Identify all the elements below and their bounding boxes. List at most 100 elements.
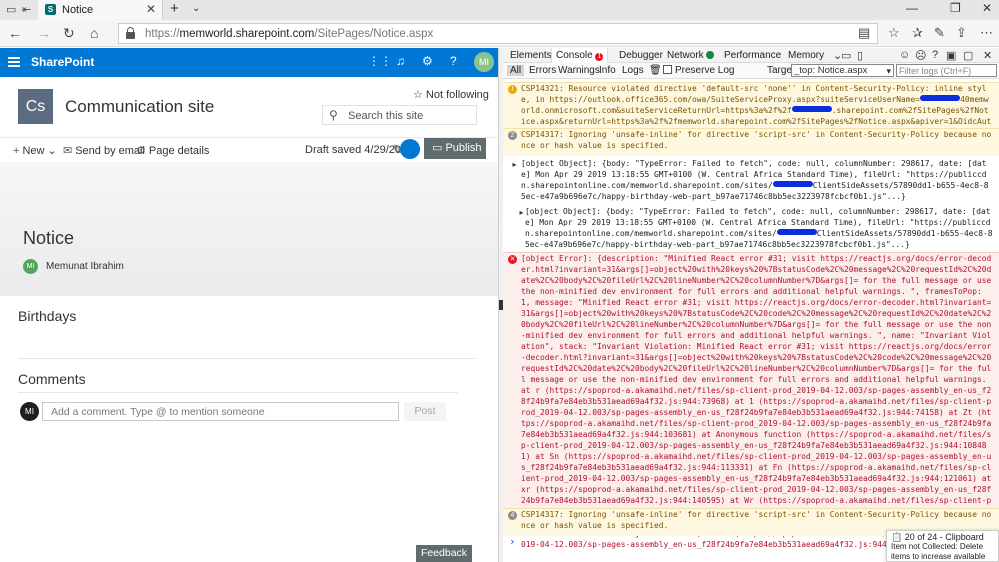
minimize-icon[interactable]: — [906, 1, 918, 15]
publish-icon: ▭ [432, 142, 446, 154]
sharepoint-favicon-icon: S [45, 4, 56, 15]
dock-icon[interactable]: ▣ [946, 49, 956, 62]
plus-icon: + [13, 145, 20, 157]
new-tab-icon[interactable]: + [170, 0, 179, 17]
warning-icon: ! [508, 85, 517, 94]
url-field[interactable]: https://memworld.sharepoint.com/SitePage… [118, 23, 878, 44]
feedback-frown-icon[interactable]: ☹ [915, 49, 926, 62]
console-message[interactable]: ▸ [object Object]: {body: "TypeError: Fa… [503, 158, 999, 204]
tab-preview-icon[interactable]: ▭ [6, 3, 16, 16]
send-by-email-button[interactable]: ✉ Send by email [63, 144, 145, 157]
post-button[interactable]: Post [404, 402, 446, 421]
console-prompt-icon[interactable]: › [509, 536, 516, 547]
address-bar: ← → ↻ ⌂ https://memworld.sharepoint.com/… [0, 20, 999, 47]
sharepoint-page: SharePoint ⋮⋮ ♫ ⚙ ? MI Cs Communication … [0, 48, 498, 562]
tab-title: Notice [62, 4, 94, 16]
forward-icon[interactable]: → [37, 25, 51, 41]
page-title[interactable]: Notice [23, 228, 74, 249]
site-header: Cs Communication site ☆ Not following ⚲ … [0, 77, 498, 137]
feedback-smile-icon[interactable]: ☺ [899, 49, 910, 61]
console-message[interactable]: ! CSP14321: Resource violated directive … [503, 82, 999, 137]
author-name[interactable]: Memunat Ibrahim [46, 261, 124, 272]
preserve-log-checkbox[interactable]: Preserve Log [663, 65, 734, 76]
follow-button[interactable]: ☆ Not following [413, 88, 489, 101]
mail-icon: ✉ [63, 145, 73, 157]
back-icon[interactable]: ← [8, 25, 22, 41]
emulation-icon[interactable]: ▯ [857, 49, 863, 62]
reading-view-icon[interactable]: ▤ [858, 25, 870, 41]
sharepoint-brand[interactable]: SharePoint [31, 55, 94, 69]
chevron-down-icon: ⌄ [47, 145, 57, 157]
filter-errors[interactable]: Errors [529, 65, 556, 76]
tab-debugger[interactable]: Debugger [619, 50, 663, 61]
help-icon[interactable]: ? [932, 49, 938, 61]
suite-bar: SharePoint ⋮⋮ ♫ ⚙ ? MI [0, 48, 498, 77]
comments-divider [18, 392, 458, 393]
apps-grid-icon[interactable]: ⋮⋮ [368, 54, 392, 68]
refresh-icon[interactable]: ↻ [63, 25, 75, 42]
home-icon[interactable]: ⌂ [90, 25, 98, 41]
clear-console-icon[interactable]: 🗑 [649, 65, 662, 76]
help-icon[interactable]: ? [450, 54, 457, 68]
expand-arrow-icon: ▸ [519, 208, 524, 217]
filter-logs-input[interactable]: Filter logs (Ctrl+F) [896, 64, 997, 77]
tab-menu-chevron-icon[interactable]: ⌄ [192, 3, 200, 14]
notifications-bell-icon[interactable]: ♫ [396, 54, 405, 68]
repeat-count-badge: 2 [508, 131, 517, 140]
feedback-button[interactable]: Feedback [416, 545, 472, 562]
pick-element-icon[interactable]: ▭ [841, 49, 851, 62]
redaction-mark [776, 229, 817, 235]
filter-warnings[interactable]: Warnings [558, 65, 600, 76]
title-banner: Notice MI Memunat Ibrahim [0, 162, 498, 296]
comment-input[interactable]: Add a comment. Type @ to mention someone [42, 402, 399, 421]
clipboard-toast[interactable]: 📋 20 of 24 - Clipboard Item not Collecte… [886, 530, 999, 562]
notes-icon[interactable]: ✎ [934, 25, 945, 41]
favorite-star-icon[interactable]: ☆ [888, 25, 900, 41]
window-close-icon[interactable]: ✕ [982, 1, 992, 15]
site-search-box[interactable]: ⚲ Search this site [322, 105, 477, 125]
author-avatar: MI [23, 259, 38, 274]
console-message[interactable]: ▸ [object Object]: {body: "TypeError: Fa… [503, 206, 999, 252]
devtools-close-icon[interactable]: ✕ [983, 49, 992, 62]
tab-network[interactable]: Network [667, 50, 715, 61]
edit-toggle[interactable] [400, 139, 420, 159]
share-icon[interactable]: ⇪ [956, 25, 967, 41]
redaction-mark [920, 95, 961, 101]
url-text: https://memworld.sharepoint.com/SitePage… [145, 28, 434, 40]
browser-tab-strip: ▭ ⇤ S Notice ✕ + ⌄ — ❐ ✕ [0, 0, 999, 20]
filter-all[interactable]: All [507, 65, 525, 76]
filter-logs[interactable]: Logs [622, 65, 644, 76]
more-icon[interactable]: ⋯ [980, 25, 993, 41]
console-message[interactable]: 2 CSP14317: Ignoring 'unsafe-inline' for… [503, 128, 999, 156]
new-button[interactable]: + New ⌄ [13, 144, 57, 157]
tab-console[interactable]: Console 1 [551, 48, 609, 63]
star-icon: ☆ [413, 89, 426, 101]
page-details-button[interactable]: ⚙ Page details [136, 144, 209, 157]
tab-aside-icon[interactable]: ⇤ [22, 3, 31, 16]
console-message[interactable]: ✕ [object Error]: {description: "Minifie… [503, 252, 999, 549]
console-output: ! CSP14321: Resource violated directive … [503, 80, 999, 562]
filter-info[interactable]: Info [599, 65, 616, 76]
redaction-mark [772, 181, 813, 187]
gear-icon: ⚙ [136, 145, 146, 157]
site-logo[interactable]: Cs [18, 89, 53, 124]
devtools-tabs: Elements Console 1 Debugger Network Perf… [503, 48, 999, 63]
command-bar: + New ⌄ ✉ Send by email ⚙ Page details Draf… [0, 137, 498, 162]
browser-tab[interactable]: S Notice ✕ [38, 0, 163, 20]
target-select[interactable]: _top: Notice.aspx [791, 64, 894, 77]
site-title[interactable]: Communication site [65, 97, 214, 117]
tab-elements[interactable]: Elements [510, 50, 552, 61]
restore-icon[interactable]: ❐ [950, 1, 961, 15]
publish-button[interactable]: ▭ Publish [424, 138, 486, 159]
undock-icon[interactable]: ▢ [963, 49, 973, 62]
tab-close-icon[interactable]: ✕ [146, 2, 156, 16]
lock-icon [126, 27, 135, 39]
settings-gear-icon[interactable]: ⚙ [422, 54, 433, 68]
tab-memory[interactable]: Memory [788, 50, 824, 61]
user-avatar[interactable]: MI [474, 52, 494, 72]
tab-performance[interactable]: Performance [724, 50, 781, 61]
favorites-hub-icon[interactable]: ✰ [912, 25, 923, 41]
app-launcher-hamburger-icon[interactable] [8, 57, 20, 67]
clipboard-icon: 📋 [891, 532, 905, 542]
redaction-mark [791, 106, 832, 112]
